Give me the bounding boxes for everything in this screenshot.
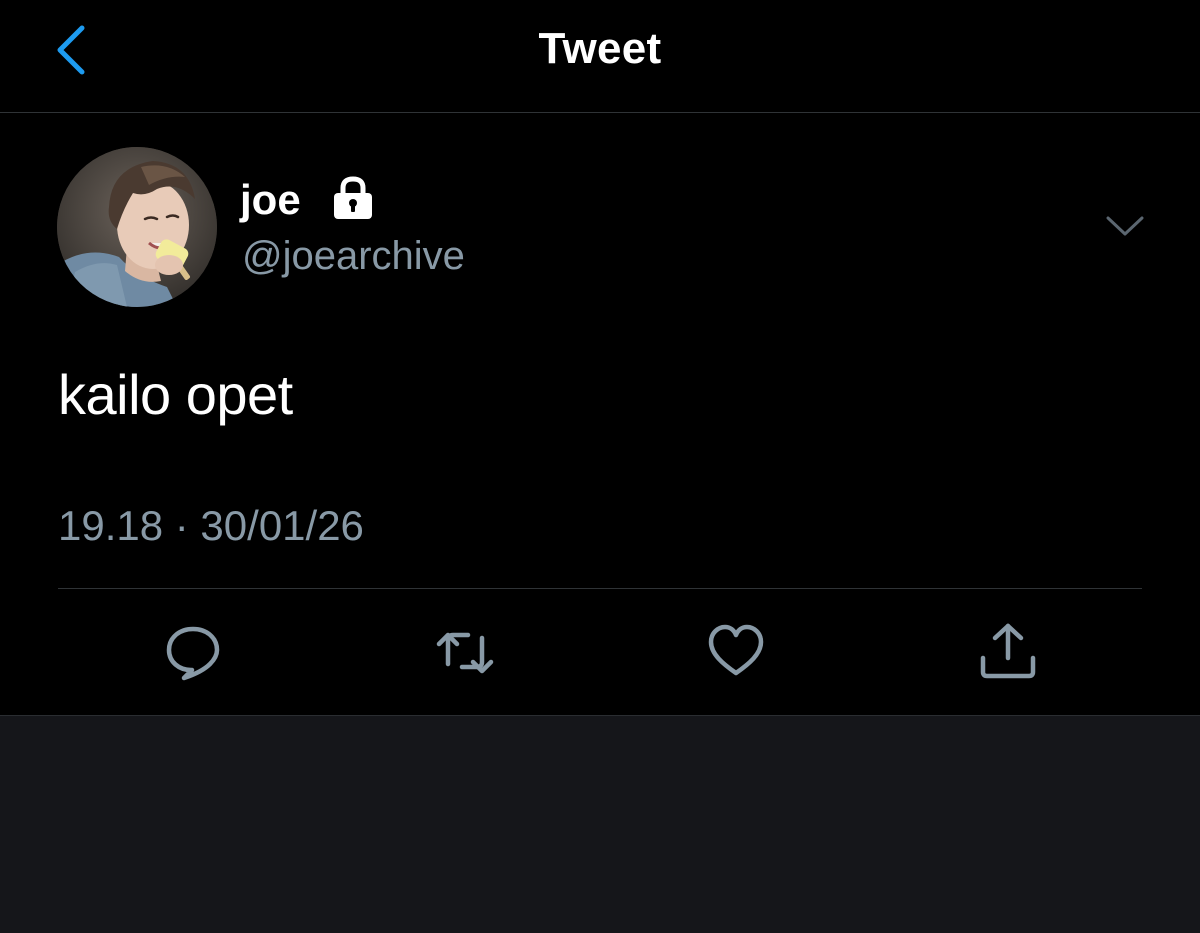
chevron-down-icon [1106,216,1144,236]
heart-icon [708,624,764,676]
like-button[interactable] [705,620,767,682]
reply-icon [166,626,220,681]
more-options-button[interactable] [1104,210,1146,242]
lock-icon [330,176,376,220]
tweet-panel: Tweet joe @joearchive kailo opet 19.18 ·… [0,0,1200,716]
reply-button[interactable] [162,620,224,682]
page-title: Tweet [538,24,662,73]
retweet-icon [436,632,494,674]
retweet-button[interactable] [434,620,496,682]
avatar[interactable] [57,147,217,307]
share-icon [980,623,1036,679]
app-root: Tweet joe @joearchive kailo opet 19.18 ·… [0,0,1200,933]
divider [58,588,1142,589]
user-handle[interactable]: @joearchive [242,232,465,280]
display-name[interactable]: joe [240,176,301,224]
top-bar: Tweet [0,0,1200,113]
avatar-photo [57,147,217,307]
share-button[interactable] [977,620,1039,682]
tweet-text: kailo opet [58,363,293,426]
tweet-timestamp[interactable]: 19.18 · 30/01/26 [58,500,364,552]
